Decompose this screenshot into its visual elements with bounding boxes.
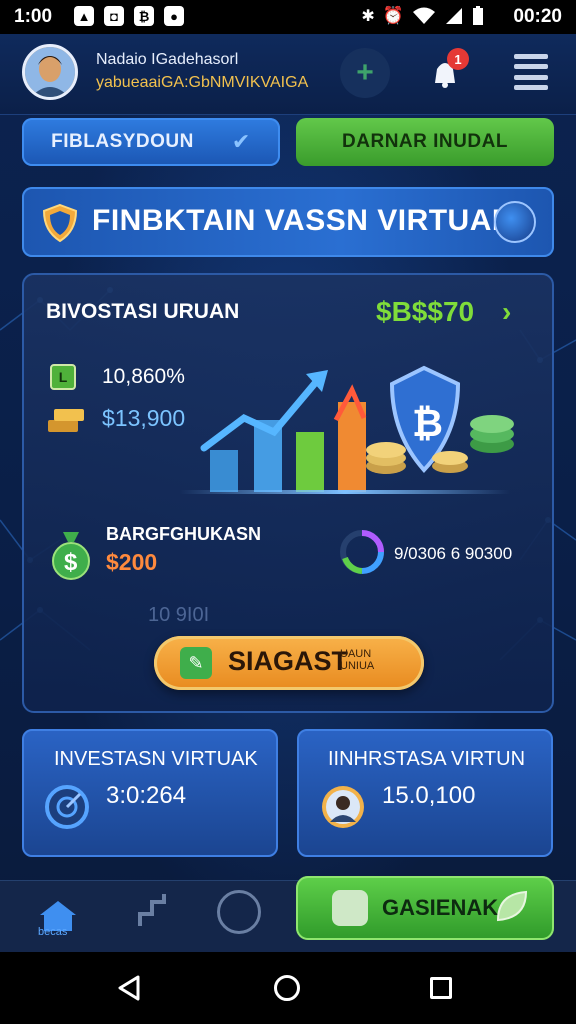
compass-icon[interactable] [217,890,261,934]
target-icon [45,785,89,829]
add-button[interactable]: + [340,48,390,98]
back-icon[interactable] [116,974,144,1002]
card-title: BIVOSTASI URUAN [46,300,240,323]
svg-text:$: $ [64,549,78,576]
user-name: Nadaio IGadehasorl [96,51,239,68]
status-bar: 1:00 ▲ ◘ ₿ ● ✱ ⏰ 00:20 [0,0,576,34]
ledger-icon: L [50,364,76,390]
notification-badge: 1 [447,48,469,70]
tab-right[interactable]: DARNAR INUDAL [296,118,554,166]
bitcoin-notification-icon: ₿ [134,6,154,26]
tab-left-label: FIBLASYDOUN [51,131,194,152]
status-time: 1:00 [14,6,53,27]
bottom-action-label: GASIENAK [382,895,499,920]
stat-amount: $13,900 [102,405,186,431]
coin-stack-icon [332,890,368,926]
wifi-icon [413,7,435,24]
gold-bars-icon [48,409,84,432]
card-amount: $B$$70 [376,296,475,327]
app-notification-icon: ◘ [104,6,124,26]
avatar-portrait-icon [25,47,75,97]
camera-notification-icon: ● [164,6,184,26]
stats-icon[interactable] [136,890,176,930]
tab-left[interactable]: FIBLASYDOUN ✔ [22,118,280,166]
mini-right-title: IINHRSTASA VIRTUN [328,748,526,770]
progress-ring-icon [340,530,384,574]
status-clock: 00:20 [513,6,562,27]
primary-action-sublabel: UAUN UNIUA [340,648,375,672]
mini-left-title: INVESTASN VIRTUAK [54,748,258,770]
tab-right-label: DARNAR INUDAL [342,131,508,152]
shield-icon [42,203,78,243]
chart-glow-divider [180,490,510,494]
bluetooth-icon: ✱ [361,8,375,25]
mini-right-value: 15.0,100 [382,782,476,809]
growth-chart-illustration: ₿ [200,365,514,492]
person-icon [322,786,364,828]
hamburger-menu-icon[interactable] [514,54,548,90]
stat-percent: 10,860% [102,365,185,388]
status-icons-right: ✱ ⏰ [361,6,484,26]
mini-left-value: 3:0:264 [106,782,187,809]
svg-text:₿: ₿ [412,403,443,445]
checkmark-icon: ✔ [231,129,251,154]
signal-icon [446,8,462,24]
nav-home-label[interactable]: becas [38,926,67,938]
ring-value: 9/0306 6 90300 [394,544,513,563]
money-bag-icon: $ [52,532,90,580]
alarm-icon: ⏰ [382,6,404,25]
faint-caption: 10 9I0I [148,604,210,626]
home-circle-icon[interactable] [274,975,300,1001]
status-icons-left: ▲ ◘ ₿ ● [74,6,184,28]
leaf-icon [496,890,528,922]
avatar[interactable] [22,44,78,100]
user-subtitle: yabueaaiGA:GbNMVIKVAIGA [96,74,309,91]
savings-label: BARGFGHUKASN [106,524,261,544]
primary-action-label: SIAGAST [228,646,349,676]
recent-apps-icon[interactable] [430,977,452,999]
pencil-icon: ✎ [180,647,212,679]
battery-icon [473,6,483,25]
banner-title: FINBKTAIN VASSN VIRTUAL [92,204,511,237]
gallery-notification-icon: ▲ [74,6,94,26]
globe-icon[interactable] [494,201,536,243]
savings-value: $200 [106,549,158,575]
chevron-right-icon[interactable]: › [502,296,511,328]
